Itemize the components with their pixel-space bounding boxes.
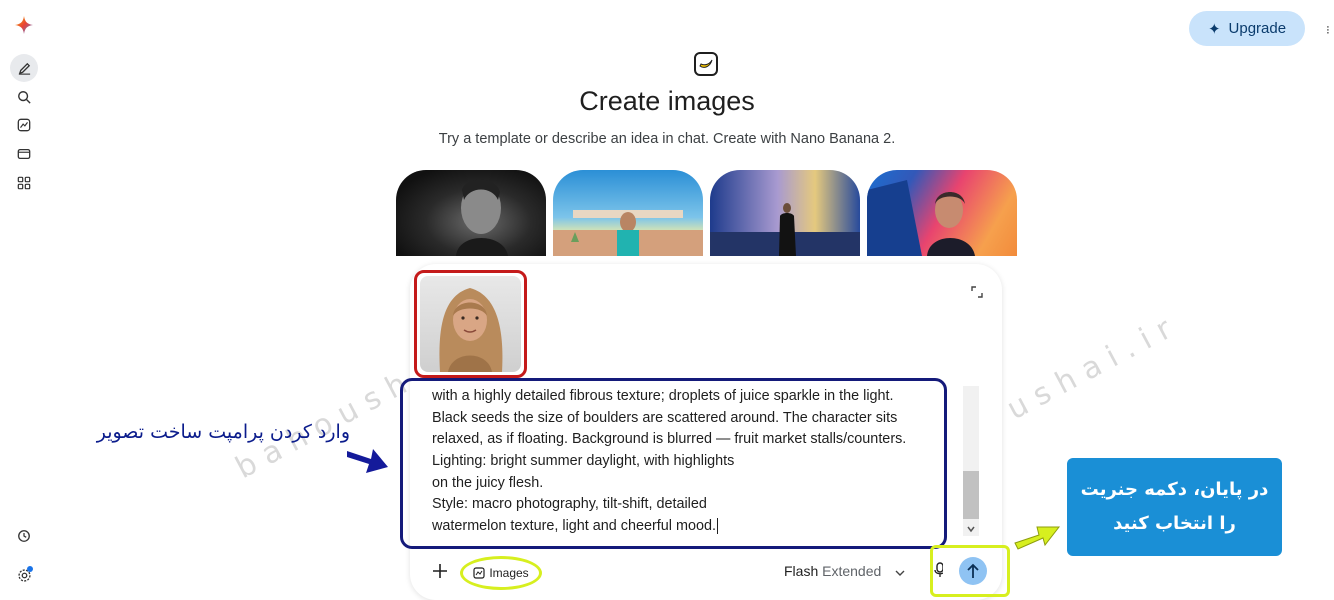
chevron-down-icon: [895, 564, 905, 580]
banana-icon: [694, 52, 718, 76]
page-subtitle: Try a template or describe an idea in ch…: [438, 131, 896, 147]
more-options-icon[interactable]: ⁝: [1326, 23, 1330, 37]
send-button-highlight: [930, 545, 1010, 597]
page-title: Create images: [579, 86, 755, 116]
new-chat-icon[interactable]: [10, 54, 38, 82]
model-mode: Extended: [822, 563, 882, 579]
settings-icon[interactable]: [14, 565, 34, 585]
model-selector[interactable]: Flash Extended: [784, 563, 905, 580]
prompt-scrollbar-thumb[interactable]: [963, 471, 979, 519]
images-tool-chip[interactable]: Images: [460, 556, 542, 590]
notification-dot: [27, 566, 33, 572]
apps-icon[interactable]: [14, 173, 34, 193]
add-icon[interactable]: [431, 562, 449, 580]
expand-icon[interactable]: [971, 285, 983, 298]
model-name: Flash: [784, 563, 819, 579]
images-chip-label: Images: [489, 566, 529, 580]
template-thumbnail[interactable]: [396, 170, 546, 256]
scroll-down-icon[interactable]: [966, 521, 976, 533]
upgrade-button[interactable]: ✦ Upgrade: [1189, 11, 1305, 46]
annotation-right-note: در پایان، دکمه جنریت را انتخاب کنید: [1067, 458, 1282, 556]
arrow-right-icon: [345, 443, 390, 475]
annotation-right-line1: در پایان، دکمه جنریت: [1080, 479, 1269, 500]
annotation-left-note: وارد کردن پرامپت ساخت تصویر: [96, 421, 350, 443]
template-thumbnail[interactable]: [553, 170, 703, 256]
gemini-logo-icon[interactable]: [14, 15, 34, 35]
template-thumbnail[interactable]: [710, 170, 860, 256]
image-icon: [473, 567, 485, 579]
sparkle-icon: ✦: [1207, 20, 1221, 38]
annotation-right-line2: را انتخاب کنید: [1113, 513, 1236, 534]
video-icon[interactable]: [14, 144, 34, 164]
arrow-up-right-icon: [1013, 521, 1061, 551]
prompt-highlight: [400, 378, 947, 549]
upgrade-label: Upgrade: [1228, 20, 1287, 37]
attached-image-highlight: [414, 270, 527, 378]
history-icon[interactable]: [14, 526, 34, 546]
template-thumbnail[interactable]: [867, 170, 1017, 256]
